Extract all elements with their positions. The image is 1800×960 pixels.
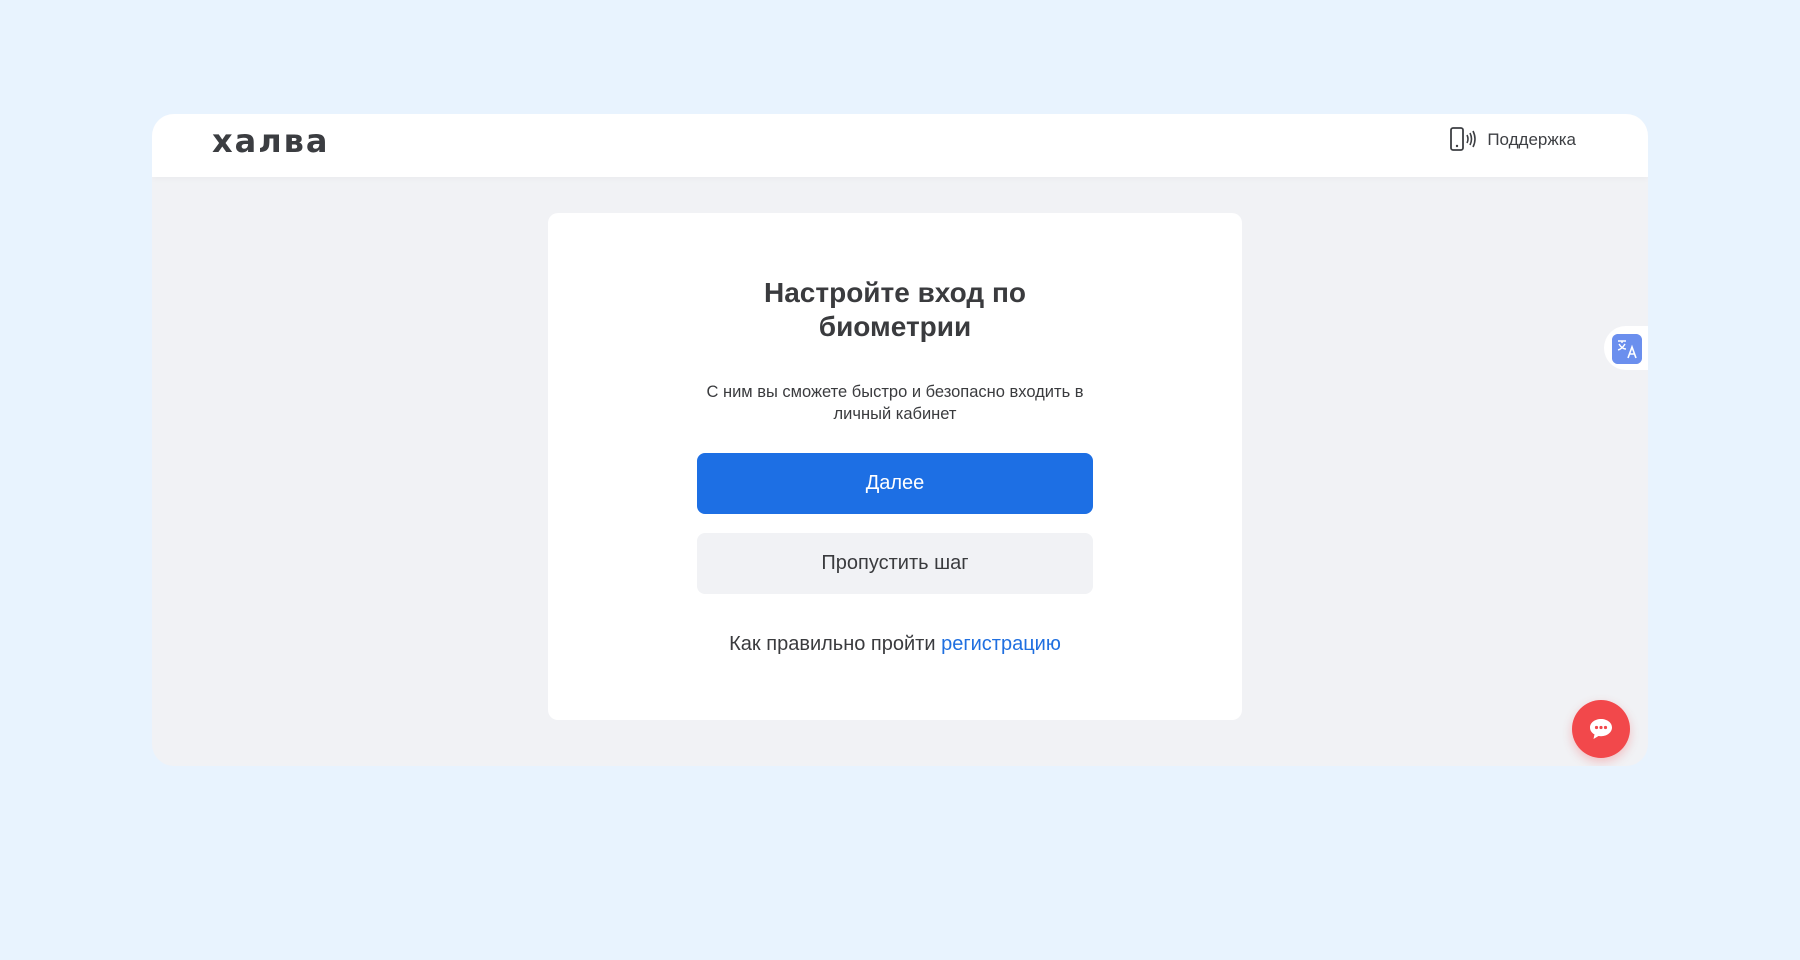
phone-vibrate-icon	[1450, 127, 1477, 151]
support-link[interactable]: Поддержка	[1449, 126, 1576, 154]
halva-logo[interactable]: халва	[212, 125, 330, 157]
skip-step-button[interactable]: Пропустить шаг	[697, 533, 1093, 594]
registration-help: Как правильно пройти регистрацию	[548, 633, 1242, 656]
chat-bubble-icon	[1590, 719, 1612, 739]
title-line-2: биометрии	[818, 311, 972, 342]
app-window: халва Поддержка Настройте вход по биомет…	[152, 114, 1648, 766]
chat-button[interactable]	[1572, 700, 1630, 758]
support-label: Поддержка	[1487, 130, 1576, 149]
translate-widget[interactable]	[1604, 326, 1648, 370]
registration-link[interactable]: регистрацию	[941, 633, 1061, 655]
page-title: Настройте вход по биометрии	[548, 276, 1242, 344]
continue-button[interactable]: Далее	[697, 453, 1093, 514]
title-line-1: Настройте вход по	[764, 277, 1026, 308]
translate-icon	[1612, 334, 1642, 364]
card-subtitle: С ним вы сможете быстро и безопасно вход…	[706, 383, 1084, 423]
top-bar: халва Поддержка	[152, 114, 1648, 177]
help-prefix: Как правильно пройти	[729, 633, 936, 655]
biometrics-card: Настройте вход по биометрии С ним вы смо…	[548, 213, 1242, 720]
